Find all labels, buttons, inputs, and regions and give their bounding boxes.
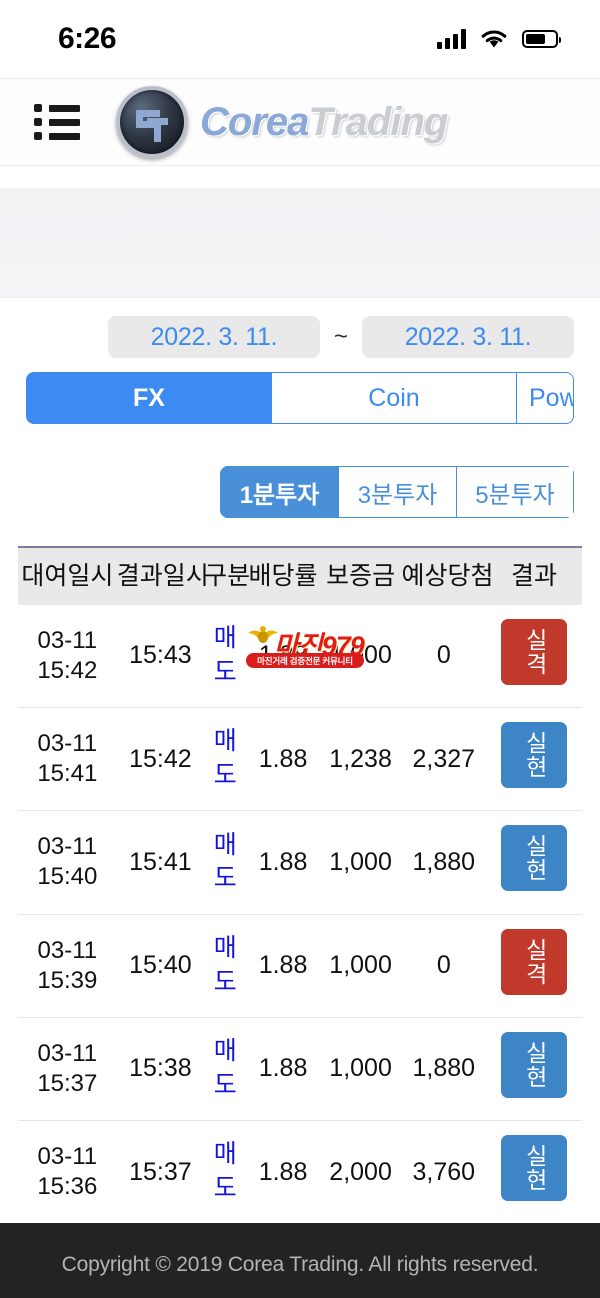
date-from-field[interactable]: 2022. 3. 11.: [107, 316, 320, 358]
cell-result: 실현: [486, 810, 582, 915]
col-header-type: 구분: [204, 546, 250, 605]
table-row[interactable]: 03-11 15:41 15:42 매도 1.88 1,238 2,327 실현: [18, 707, 582, 812]
cell-result: 실현: [486, 1121, 582, 1224]
cell-deposit: 1,000: [319, 914, 402, 1018]
interval-tab-row: 1분투자 3분투자 5분투자: [26, 466, 574, 518]
wifi-icon: [480, 29, 508, 49]
cell-odds: 1.88: [246, 604, 320, 708]
content-grey-band: [0, 188, 600, 298]
brand-word-trading: Trading: [308, 99, 448, 144]
market-tab-group: FX Coin Pow: [26, 372, 574, 424]
tab-fx[interactable]: FX: [26, 372, 271, 424]
brand-wordmark: CoreaTrading: [200, 99, 448, 145]
cell-type: 매도: [204, 707, 247, 812]
cell-result-time: 15:41: [116, 810, 205, 915]
cell-odds: 1.88: [246, 810, 320, 915]
table-header-row: 대여일시 결과일시 구분 배당률 보증금 예상당첨 결과: [18, 546, 582, 605]
tab-pow[interactable]: Pow: [516, 372, 574, 424]
table-row[interactable]: 03-11 15:42 15:43 매도 1.88 1,000 0 실격: [18, 604, 582, 708]
cellular-signal-icon: [437, 29, 466, 49]
app-header: CoreaTrading: [0, 78, 600, 166]
date-range-row: 2022. 3. 11. ~ 2022. 3. 11.: [26, 316, 574, 358]
corea-trading-coin-logo: [116, 86, 188, 158]
cell-expected: 0: [401, 604, 487, 708]
cell-lend-datetime: 03-11 15:36: [37, 1143, 98, 1201]
cell-result: 실격: [486, 914, 582, 1018]
col-header-lend-datetime: 대여일시: [18, 546, 117, 605]
status-time: 6:26: [58, 22, 117, 55]
brand-logo[interactable]: CoreaTrading: [116, 86, 448, 158]
cell-expected: 1,880: [401, 810, 487, 915]
status-bar: 6:26: [0, 0, 600, 78]
cell-type: 매도: [204, 810, 247, 915]
cell-odds: 1.88: [246, 707, 320, 812]
status-badge[interactable]: 실격: [501, 618, 568, 685]
filter-section: 2022. 3. 11. ~ 2022. 3. 11. FX Coin Pow …: [0, 298, 600, 546]
status-badge[interactable]: 실현: [501, 722, 568, 788]
table-row[interactable]: 03-11 15:36 15:37 매도 1.88 2,000 3,760 실현: [18, 1121, 582, 1224]
col-header-expected: 예상당첨: [401, 546, 493, 605]
cell-result: 실현: [486, 707, 582, 812]
cell-result-time: 15:37: [129, 1157, 192, 1186]
cell-result-time: 15:42: [116, 707, 205, 812]
col-header-result: 결과: [486, 546, 582, 605]
table-row[interactable]: 03-11 15:37 15:38 매도 1.88 1,000 1,880 실현: [18, 1017, 582, 1122]
cell-expected: 2,327: [401, 707, 487, 812]
date-to-field[interactable]: 2022. 3. 11.: [362, 316, 574, 358]
cell-odds: 1.88: [246, 1017, 320, 1122]
status-badge[interactable]: 실현: [501, 1031, 568, 1098]
battery-icon: [522, 30, 561, 48]
cell-type: 매도: [204, 604, 247, 708]
tab-5min[interactable]: 5분투자: [456, 466, 574, 518]
cell-odds: 1.88: [246, 914, 320, 1018]
cell-type: 매도: [204, 914, 247, 1018]
cell-type: 매도: [204, 1017, 247, 1122]
cell-expected: 1,880: [401, 1017, 487, 1122]
site-footer: Copyright © 2019 Corea Trading. All righ…: [0, 1223, 600, 1298]
cell-expected: 3,760: [412, 1157, 476, 1186]
cell-odds: 1.88: [258, 1157, 308, 1186]
cell-type: 매도: [213, 1140, 237, 1203]
cell-result-time: 15:38: [116, 1017, 205, 1122]
cell-lend-datetime: 03-11 15:40: [18, 810, 117, 915]
cell-lend-datetime: 03-11 15:41: [18, 707, 117, 812]
status-icons: [437, 29, 561, 49]
table-head: 대여일시 결과일시 구분 배당률 보증금 예상당첨 결과: [18, 546, 582, 605]
cell-lend-datetime: 03-11 15:39: [18, 914, 117, 1018]
cell-lend-datetime: 03-11 15:42: [18, 604, 117, 708]
interval-tab-group: 1분투자 3분투자 5분투자: [220, 466, 574, 518]
table-row[interactable]: 03-11 15:39 15:40 매도 1.88 1,000 0 실격: [18, 914, 582, 1018]
col-header-result-time: 결과일시: [116, 546, 209, 605]
tab-3min[interactable]: 3분투자: [338, 466, 456, 518]
list-menu-icon[interactable]: [34, 104, 80, 140]
brand-word-corea: Corea: [200, 99, 309, 144]
cell-expected: 0: [401, 914, 487, 1018]
col-header-odds: 배당률: [246, 546, 320, 605]
tab-coin[interactable]: Coin: [271, 372, 516, 424]
copyright-text: Copyright © 2019 Corea Trading. All righ…: [61, 1252, 539, 1276]
cell-deposit: 1,000: [319, 604, 402, 708]
cell-deposit: 1,000: [319, 1017, 402, 1122]
cell-result-time: 15:40: [116, 914, 205, 1018]
history-table: 대여일시 결과일시 구분 배당률 보증금 예상당첨 결과 03-11 15:42…: [18, 546, 582, 1223]
tab-1min[interactable]: 1분투자: [220, 466, 338, 518]
status-badge[interactable]: 실현: [501, 825, 568, 892]
cell-deposit: 2,000: [329, 1157, 392, 1186]
cell-deposit: 1,238: [319, 707, 402, 812]
clipped-text-strip: ····: [0, 166, 600, 188]
col-header-deposit: 보증금: [319, 546, 402, 605]
cell-deposit: 1,000: [319, 810, 402, 915]
table-row[interactable]: 03-11 15:40 15:41 매도 1.88 1,000 1,880 실현: [18, 810, 582, 915]
status-badge[interactable]: 실현: [501, 1135, 568, 1201]
cell-lend-datetime: 03-11 15:37: [18, 1017, 117, 1122]
cell-result: 실격: [486, 604, 582, 708]
cell-result-time: 15:43: [116, 604, 205, 708]
history-table-wrapper: 대여일시 결과일시 구분 배당률 보증금 예상당첨 결과 03-11 15:42…: [0, 546, 600, 1224]
status-badge[interactable]: 실격: [501, 928, 568, 995]
clipped-ghost-text: ····: [0, 166, 600, 174]
table-body: 03-11 15:42 15:43 매도 1.88 1,000 0 실격 03-11 15:4…: [18, 604, 582, 1224]
phone-screen: 6:26 CoreaTrading 2022. 3. 11. ~ 2022. 3…: [0, 0, 600, 1298]
date-range-separator: ~: [333, 323, 348, 350]
cell-result: 실현: [486, 1017, 582, 1122]
